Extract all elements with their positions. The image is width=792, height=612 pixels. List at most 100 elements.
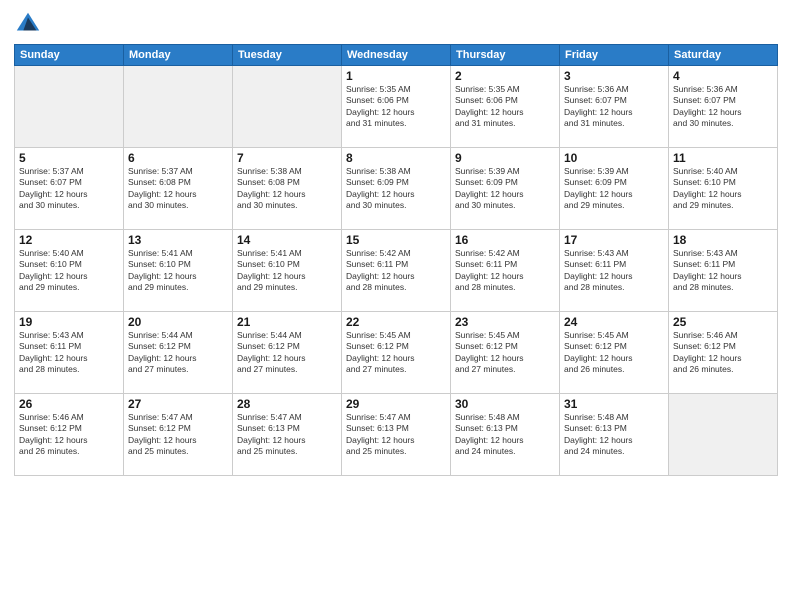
day-number: 20 (128, 315, 228, 329)
day-cell-4: 4Sunrise: 5:36 AM Sunset: 6:07 PM Daylig… (669, 66, 778, 148)
day-cell-27: 27Sunrise: 5:47 AM Sunset: 6:12 PM Dayli… (124, 394, 233, 476)
day-info: Sunrise: 5:35 AM Sunset: 6:06 PM Dayligh… (455, 84, 555, 130)
day-info: Sunrise: 5:46 AM Sunset: 6:12 PM Dayligh… (19, 412, 119, 458)
week-row-1: 5Sunrise: 5:37 AM Sunset: 6:07 PM Daylig… (15, 148, 778, 230)
day-info: Sunrise: 5:36 AM Sunset: 6:07 PM Dayligh… (564, 84, 664, 130)
day-cell-9: 9Sunrise: 5:39 AM Sunset: 6:09 PM Daylig… (451, 148, 560, 230)
logo (14, 10, 46, 38)
day-cell-22: 22Sunrise: 5:45 AM Sunset: 6:12 PM Dayli… (342, 312, 451, 394)
day-number: 31 (564, 397, 664, 411)
weekday-header-row: SundayMondayTuesdayWednesdayThursdayFrid… (15, 45, 778, 66)
day-number: 13 (128, 233, 228, 247)
day-cell-31: 31Sunrise: 5:48 AM Sunset: 6:13 PM Dayli… (560, 394, 669, 476)
day-cell-28: 28Sunrise: 5:47 AM Sunset: 6:13 PM Dayli… (233, 394, 342, 476)
day-cell-29: 29Sunrise: 5:47 AM Sunset: 6:13 PM Dayli… (342, 394, 451, 476)
day-number: 3 (564, 69, 664, 83)
empty-cell (233, 66, 342, 148)
day-cell-7: 7Sunrise: 5:38 AM Sunset: 6:08 PM Daylig… (233, 148, 342, 230)
day-info: Sunrise: 5:39 AM Sunset: 6:09 PM Dayligh… (455, 166, 555, 212)
week-row-3: 19Sunrise: 5:43 AM Sunset: 6:11 PM Dayli… (15, 312, 778, 394)
day-info: Sunrise: 5:37 AM Sunset: 6:07 PM Dayligh… (19, 166, 119, 212)
day-cell-1: 1Sunrise: 5:35 AM Sunset: 6:06 PM Daylig… (342, 66, 451, 148)
day-cell-18: 18Sunrise: 5:43 AM Sunset: 6:11 PM Dayli… (669, 230, 778, 312)
day-info: Sunrise: 5:44 AM Sunset: 6:12 PM Dayligh… (237, 330, 337, 376)
day-cell-16: 16Sunrise: 5:42 AM Sunset: 6:11 PM Dayli… (451, 230, 560, 312)
day-number: 18 (673, 233, 773, 247)
day-number: 22 (346, 315, 446, 329)
weekday-header-tuesday: Tuesday (233, 45, 342, 66)
day-number: 14 (237, 233, 337, 247)
day-cell-12: 12Sunrise: 5:40 AM Sunset: 6:10 PM Dayli… (15, 230, 124, 312)
weekday-header-wednesday: Wednesday (342, 45, 451, 66)
day-number: 6 (128, 151, 228, 165)
day-number: 16 (455, 233, 555, 247)
day-info: Sunrise: 5:41 AM Sunset: 6:10 PM Dayligh… (237, 248, 337, 294)
calendar-table: SundayMondayTuesdayWednesdayThursdayFrid… (14, 44, 778, 476)
weekday-header-thursday: Thursday (451, 45, 560, 66)
logo-icon (14, 10, 42, 38)
day-info: Sunrise: 5:45 AM Sunset: 6:12 PM Dayligh… (455, 330, 555, 376)
day-info: Sunrise: 5:43 AM Sunset: 6:11 PM Dayligh… (673, 248, 773, 294)
day-info: Sunrise: 5:42 AM Sunset: 6:11 PM Dayligh… (455, 248, 555, 294)
day-number: 26 (19, 397, 119, 411)
day-info: Sunrise: 5:38 AM Sunset: 6:09 PM Dayligh… (346, 166, 446, 212)
page: SundayMondayTuesdayWednesdayThursdayFrid… (0, 0, 792, 612)
day-number: 21 (237, 315, 337, 329)
day-cell-10: 10Sunrise: 5:39 AM Sunset: 6:09 PM Dayli… (560, 148, 669, 230)
day-info: Sunrise: 5:47 AM Sunset: 6:12 PM Dayligh… (128, 412, 228, 458)
weekday-header-friday: Friday (560, 45, 669, 66)
weekday-header-monday: Monday (124, 45, 233, 66)
day-number: 9 (455, 151, 555, 165)
day-cell-20: 20Sunrise: 5:44 AM Sunset: 6:12 PM Dayli… (124, 312, 233, 394)
day-info: Sunrise: 5:45 AM Sunset: 6:12 PM Dayligh… (346, 330, 446, 376)
day-number: 1 (346, 69, 446, 83)
day-info: Sunrise: 5:46 AM Sunset: 6:12 PM Dayligh… (673, 330, 773, 376)
header (14, 10, 778, 38)
day-cell-11: 11Sunrise: 5:40 AM Sunset: 6:10 PM Dayli… (669, 148, 778, 230)
day-number: 15 (346, 233, 446, 247)
day-number: 10 (564, 151, 664, 165)
day-info: Sunrise: 5:47 AM Sunset: 6:13 PM Dayligh… (346, 412, 446, 458)
day-number: 25 (673, 315, 773, 329)
day-info: Sunrise: 5:37 AM Sunset: 6:08 PM Dayligh… (128, 166, 228, 212)
day-info: Sunrise: 5:35 AM Sunset: 6:06 PM Dayligh… (346, 84, 446, 130)
day-number: 30 (455, 397, 555, 411)
day-cell-21: 21Sunrise: 5:44 AM Sunset: 6:12 PM Dayli… (233, 312, 342, 394)
day-info: Sunrise: 5:48 AM Sunset: 6:13 PM Dayligh… (564, 412, 664, 458)
day-cell-13: 13Sunrise: 5:41 AM Sunset: 6:10 PM Dayli… (124, 230, 233, 312)
day-cell-6: 6Sunrise: 5:37 AM Sunset: 6:08 PM Daylig… (124, 148, 233, 230)
day-number: 19 (19, 315, 119, 329)
day-number: 27 (128, 397, 228, 411)
day-info: Sunrise: 5:47 AM Sunset: 6:13 PM Dayligh… (237, 412, 337, 458)
day-cell-8: 8Sunrise: 5:38 AM Sunset: 6:09 PM Daylig… (342, 148, 451, 230)
day-info: Sunrise: 5:39 AM Sunset: 6:09 PM Dayligh… (564, 166, 664, 212)
day-cell-3: 3Sunrise: 5:36 AM Sunset: 6:07 PM Daylig… (560, 66, 669, 148)
day-cell-17: 17Sunrise: 5:43 AM Sunset: 6:11 PM Dayli… (560, 230, 669, 312)
day-cell-26: 26Sunrise: 5:46 AM Sunset: 6:12 PM Dayli… (15, 394, 124, 476)
day-info: Sunrise: 5:41 AM Sunset: 6:10 PM Dayligh… (128, 248, 228, 294)
day-info: Sunrise: 5:44 AM Sunset: 6:12 PM Dayligh… (128, 330, 228, 376)
day-info: Sunrise: 5:43 AM Sunset: 6:11 PM Dayligh… (19, 330, 119, 376)
empty-cell (124, 66, 233, 148)
day-info: Sunrise: 5:43 AM Sunset: 6:11 PM Dayligh… (564, 248, 664, 294)
day-cell-24: 24Sunrise: 5:45 AM Sunset: 6:12 PM Dayli… (560, 312, 669, 394)
day-info: Sunrise: 5:48 AM Sunset: 6:13 PM Dayligh… (455, 412, 555, 458)
weekday-header-saturday: Saturday (669, 45, 778, 66)
day-number: 29 (346, 397, 446, 411)
day-number: 8 (346, 151, 446, 165)
day-info: Sunrise: 5:42 AM Sunset: 6:11 PM Dayligh… (346, 248, 446, 294)
day-info: Sunrise: 5:40 AM Sunset: 6:10 PM Dayligh… (673, 166, 773, 212)
day-number: 28 (237, 397, 337, 411)
week-row-0: 1Sunrise: 5:35 AM Sunset: 6:06 PM Daylig… (15, 66, 778, 148)
day-cell-25: 25Sunrise: 5:46 AM Sunset: 6:12 PM Dayli… (669, 312, 778, 394)
day-number: 17 (564, 233, 664, 247)
day-cell-2: 2Sunrise: 5:35 AM Sunset: 6:06 PM Daylig… (451, 66, 560, 148)
day-cell-5: 5Sunrise: 5:37 AM Sunset: 6:07 PM Daylig… (15, 148, 124, 230)
day-number: 5 (19, 151, 119, 165)
day-number: 7 (237, 151, 337, 165)
weekday-header-sunday: Sunday (15, 45, 124, 66)
day-cell-23: 23Sunrise: 5:45 AM Sunset: 6:12 PM Dayli… (451, 312, 560, 394)
day-number: 2 (455, 69, 555, 83)
day-cell-15: 15Sunrise: 5:42 AM Sunset: 6:11 PM Dayli… (342, 230, 451, 312)
day-cell-19: 19Sunrise: 5:43 AM Sunset: 6:11 PM Dayli… (15, 312, 124, 394)
